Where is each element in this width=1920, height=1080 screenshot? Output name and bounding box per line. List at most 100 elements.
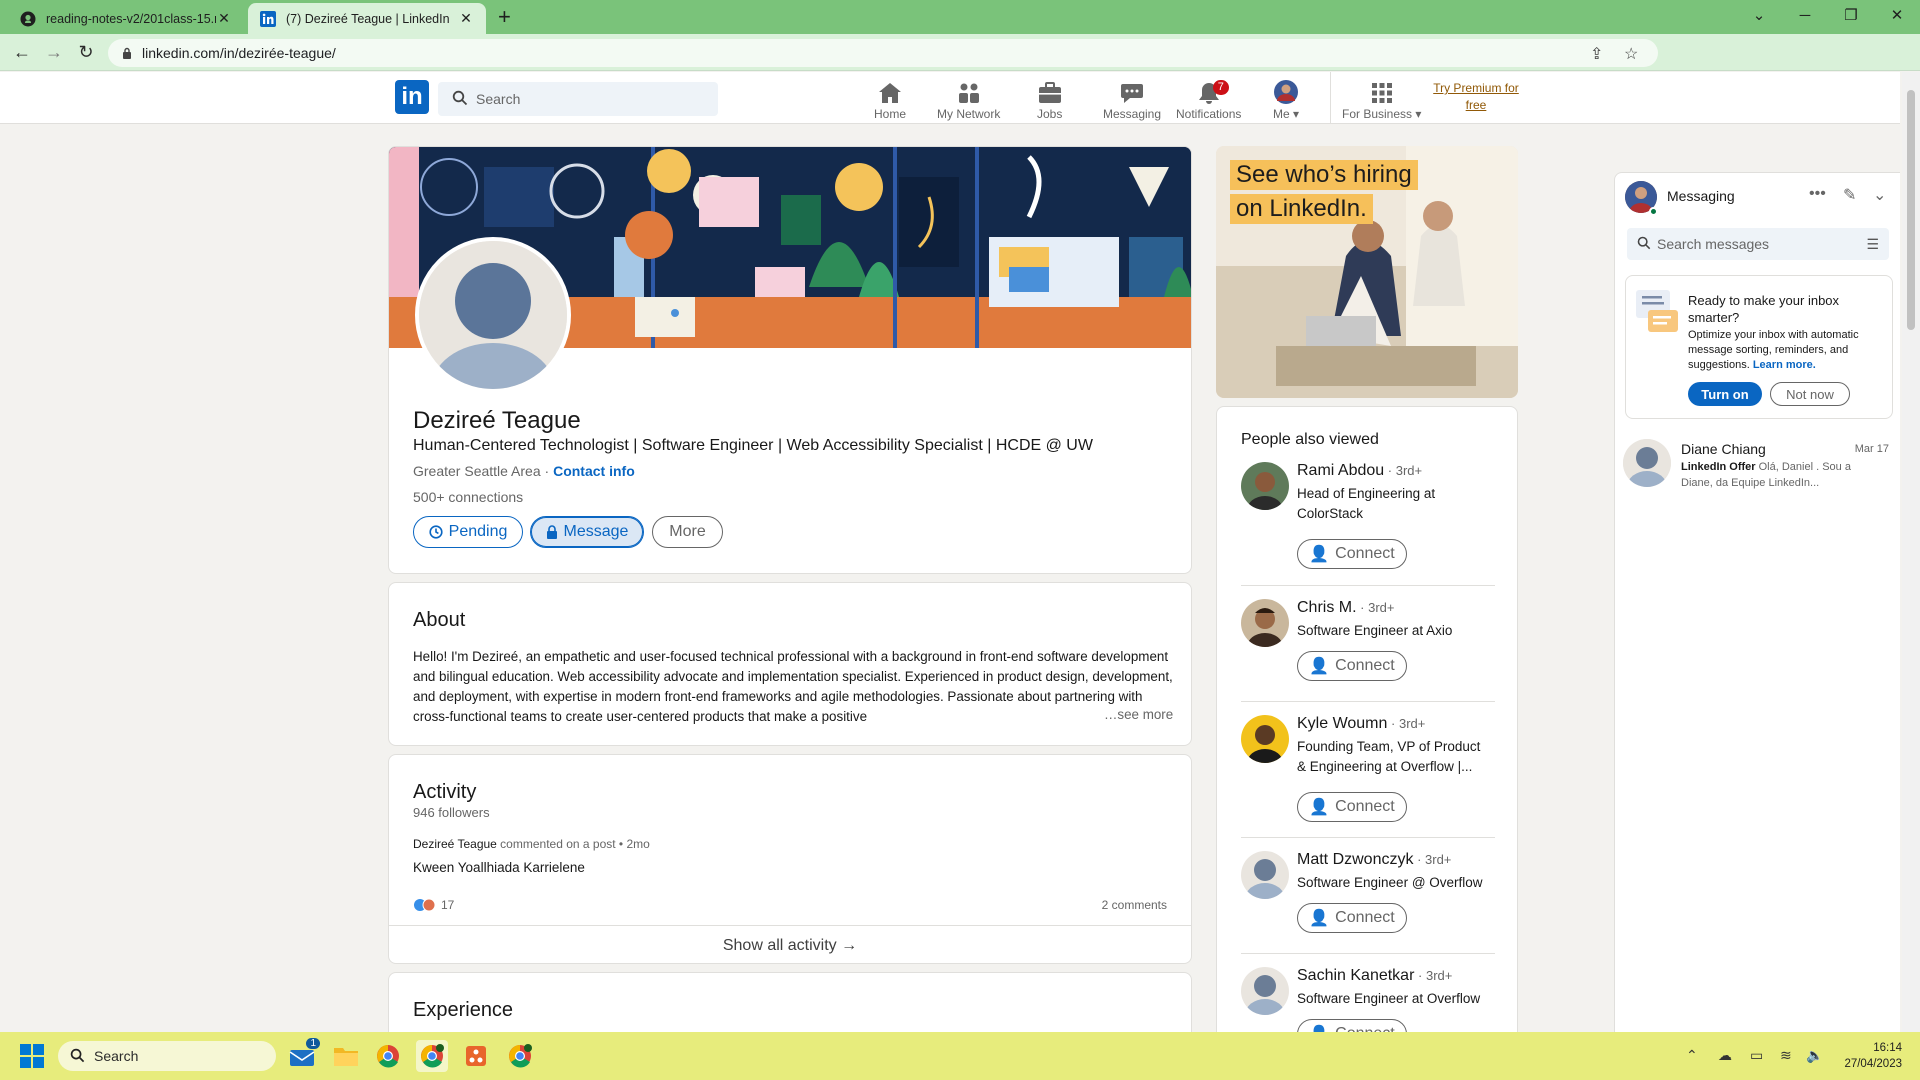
messaging-header[interactable]: Messaging ••• ✎ ⌄ xyxy=(1615,173,1901,221)
reactions[interactable]: 17 xyxy=(413,898,454,912)
connect-label: Connect xyxy=(1335,545,1395,562)
forward-icon[interactable]: → xyxy=(42,40,66,64)
nav-home[interactable]: Home xyxy=(874,78,906,121)
volume-icon[interactable]: 🔈 xyxy=(1806,1047,1823,1064)
nav-jobs[interactable]: Jobs xyxy=(1037,78,1062,121)
page-scrollbar[interactable] xyxy=(1902,72,1920,1032)
person-name-line[interactable]: Kyle Woumn · 3rd+ xyxy=(1297,715,1425,733)
nav-me[interactable]: Me ▾ xyxy=(1273,78,1299,121)
nav-for-business[interactable]: For Business ▾ xyxy=(1342,78,1421,121)
divider xyxy=(389,925,1191,926)
more-options-icon[interactable]: ••• xyxy=(1809,185,1826,203)
compose-icon[interactable]: ✎ xyxy=(1843,185,1856,205)
profile-location: Greater Seattle Area xyxy=(413,463,541,479)
collapse-chevron-icon[interactable]: ⌄ xyxy=(1873,185,1886,205)
lock-icon xyxy=(546,525,557,539)
new-tab-icon[interactable]: + xyxy=(498,4,511,30)
tray-chevron-icon[interactable]: ⌃ xyxy=(1686,1047,1698,1064)
mail-app-icon[interactable]: 1 xyxy=(286,1038,320,1072)
person-avatar[interactable] xyxy=(1241,462,1289,510)
nav-label: My Network xyxy=(937,107,1001,121)
close-window-icon[interactable]: ✕ xyxy=(1874,0,1920,30)
show-all-activity-link[interactable]: Show all activity → xyxy=(389,937,1191,955)
close-tab-icon[interactable]: ✕ xyxy=(458,10,474,27)
see-more-link[interactable]: …see more xyxy=(1100,707,1174,722)
system-clock[interactable]: 16:14 27/04/2023 xyxy=(1844,1040,1902,1072)
connect-button[interactable]: 👤 Connect xyxy=(1297,651,1407,681)
tab-search-chevron-icon[interactable]: ⌄ xyxy=(1736,0,1782,30)
hiring-ad[interactable]: See who’s hiring on LinkedIn. xyxy=(1216,146,1518,398)
taskbar-search[interactable]: Search xyxy=(58,1041,276,1071)
tab-github[interactable]: reading-notes-v2/201class-15.m ✕ xyxy=(8,3,244,34)
address-bar[interactable]: linkedin.com/in/dezirée-teague/ ⇪ ☆ xyxy=(108,39,1658,67)
people-also-viewed-card: People also viewed Rami Abdou · 3rd+ Hea… xyxy=(1216,406,1518,1052)
person-name-line[interactable]: Matt Dzwonczyk · 3rd+ xyxy=(1297,851,1451,869)
try-premium-link[interactable]: Try Premium for free xyxy=(1430,80,1522,114)
network-icon xyxy=(958,83,979,103)
comments-count[interactable]: 2 comments xyxy=(1102,898,1167,912)
chrome-profile-2-icon[interactable] xyxy=(504,1040,536,1072)
filter-icon[interactable]: ☰ xyxy=(1866,236,1879,253)
maximize-icon[interactable]: ❐ xyxy=(1828,0,1874,30)
display-icon[interactable]: ▭ xyxy=(1750,1047,1763,1064)
pending-button[interactable]: Pending xyxy=(413,516,523,548)
linkedin-logo[interactable]: in xyxy=(395,80,429,114)
person-name-line[interactable]: Rami Abdou · 3rd+ xyxy=(1297,462,1422,480)
ad-line-2: on LinkedIn. xyxy=(1230,194,1373,224)
person-description: Software Engineer at Overflow xyxy=(1297,991,1481,1006)
activity-post-text[interactable]: Kween Yoallhiada Karrielene xyxy=(413,860,585,875)
search-messages-placeholder: Search messages xyxy=(1657,236,1770,252)
connect-button[interactable]: 👤 Connect xyxy=(1297,792,1407,822)
person-avatar[interactable] xyxy=(1241,599,1289,647)
person-name-line[interactable]: Sachin Kanetkar · 3rd+ xyxy=(1297,967,1452,985)
nav-messaging[interactable]: Messaging xyxy=(1103,78,1161,121)
learn-more-link[interactable]: Learn more. xyxy=(1753,359,1816,371)
close-tab-icon[interactable]: ✕ xyxy=(216,10,232,27)
global-search-input[interactable]: Search xyxy=(438,82,718,116)
windows-start-icon[interactable] xyxy=(16,1040,48,1072)
connect-button[interactable]: 👤 Connect xyxy=(1297,903,1407,933)
not-now-button[interactable]: Not now xyxy=(1770,382,1850,406)
conversation-date: Mar 17 xyxy=(1854,443,1889,455)
file-explorer-icon[interactable] xyxy=(330,1040,362,1072)
turn-on-button[interactable]: Turn on xyxy=(1688,382,1762,406)
chrome-icon[interactable] xyxy=(372,1040,404,1072)
contact-info-link[interactable]: Contact info xyxy=(553,463,635,479)
onedrive-icon[interactable]: ☁ xyxy=(1718,1047,1732,1064)
person-name-line[interactable]: Chris M. · 3rd+ xyxy=(1297,599,1395,617)
profile-avatar[interactable] xyxy=(415,237,571,393)
nav-label: Notifications xyxy=(1176,107,1242,121)
back-icon[interactable]: ← xyxy=(10,40,34,64)
git-app-icon[interactable] xyxy=(460,1040,492,1072)
divider xyxy=(1241,837,1495,838)
divider xyxy=(1241,953,1495,954)
browser-tab-bar: reading-notes-v2/201class-15.m ✕ (7) Dez… xyxy=(0,0,1920,34)
person-card: Kyle Woumn · 3rd+ Founding Team, VP of P… xyxy=(1241,715,1495,823)
share-icon[interactable]: ⇪ xyxy=(1590,44,1603,64)
nav-my-network[interactable]: My Network xyxy=(937,78,1000,121)
person-avatar[interactable] xyxy=(1241,715,1289,763)
bookmark-star-icon[interactable]: ☆ xyxy=(1624,44,1638,64)
more-label: More xyxy=(669,523,706,540)
message-button[interactable]: Message xyxy=(530,516,644,548)
chrome-profile-d-icon[interactable] xyxy=(416,1040,448,1072)
person-avatar[interactable] xyxy=(1241,967,1289,1015)
connect-button[interactable]: 👤 Connect xyxy=(1297,539,1407,569)
nav-notifications[interactable]: 7 Notifications xyxy=(1176,78,1241,121)
followers-count: 946 followers xyxy=(413,805,490,820)
connections-count[interactable]: 500+ connections xyxy=(413,489,523,505)
scrollbar-thumb[interactable] xyxy=(1907,90,1915,330)
reload-icon[interactable]: ↻ xyxy=(74,40,98,64)
add-person-icon: 👤 xyxy=(1309,799,1330,816)
connect-label: Connect xyxy=(1335,909,1395,926)
more-button[interactable]: More xyxy=(652,516,723,548)
default-avatar-icon xyxy=(419,241,567,389)
search-messages-input[interactable]: Search messages ☰ xyxy=(1627,228,1889,260)
header-divider xyxy=(1330,72,1331,124)
tab-linkedin[interactable]: (7) Dezireé Teague | LinkedIn ✕ xyxy=(248,3,486,34)
minimize-icon[interactable]: ─ xyxy=(1782,0,1828,30)
conversation-item[interactable]: Diane Chiang Mar 17 LinkedIn Offer Olá, … xyxy=(1623,439,1893,495)
wifi-icon[interactable]: ≋ xyxy=(1780,1047,1792,1064)
person-avatar[interactable] xyxy=(1241,851,1289,899)
connect-label: Connect xyxy=(1335,657,1395,674)
